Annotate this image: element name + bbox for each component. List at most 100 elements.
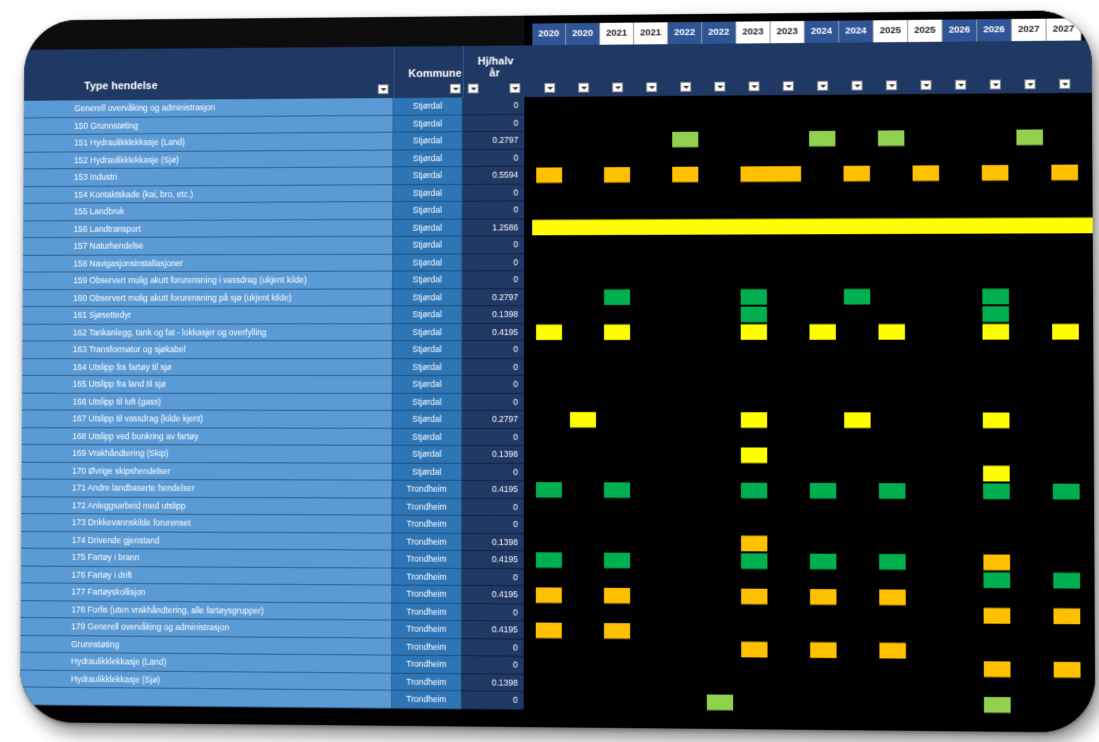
cell-kommune[interactable]: Trondheim (392, 568, 462, 586)
cell-frequency[interactable]: 0 (462, 515, 524, 534)
cell-type[interactable]: 170 Øvrige skipshendelser (21, 462, 393, 481)
cell-kommune[interactable]: Stjørdal (393, 184, 463, 203)
cell-kommune[interactable]: Trondheim (392, 480, 463, 499)
cell-frequency[interactable]: 0.4195 (462, 480, 524, 499)
cell-type[interactable]: 176 Fartøy i drift (20, 566, 393, 586)
cell-frequency[interactable]: 0 (462, 236, 525, 254)
cell-frequency[interactable]: 0.4195 (461, 621, 524, 640)
cell-type[interactable]: 154 Kontaktskade (kai, bro, etc.) (23, 184, 394, 204)
cell-kommune[interactable]: Stjørdal (392, 306, 463, 324)
cell-kommune[interactable]: Stjørdal (392, 428, 463, 446)
cell-kommune[interactable]: Trondheim (392, 585, 462, 604)
cell-type[interactable] (20, 687, 393, 709)
cell-type[interactable]: 173 Drikkevannskilde forurenset (21, 514, 393, 534)
cell-kommune[interactable]: Trondheim (392, 550, 462, 569)
cell-frequency[interactable]: 0 (462, 149, 525, 167)
cell-frequency[interactable]: 0 (461, 638, 524, 657)
cell-frequency[interactable]: 0.4195 (462, 323, 525, 342)
cell-kommune[interactable]: Trondheim (392, 655, 462, 674)
cell-type[interactable]: 163 Transformator og sjøkabel (22, 341, 393, 359)
cell-type[interactable]: 162 Tankanlegg, tank og fat - lokkasjer … (22, 323, 393, 342)
cell-kommune[interactable]: Stjørdal (392, 358, 463, 376)
cell-kommune[interactable]: Trondheim (392, 620, 462, 639)
cell-kommune[interactable]: Trondheim (392, 638, 462, 657)
cell-frequency[interactable]: 0.4195 (461, 550, 524, 569)
cell-kommune[interactable]: Stjørdal (392, 463, 463, 481)
cell-type[interactable]: 152 Hydraulikklekkasje (Sjø) (23, 150, 394, 170)
cell-kommune[interactable]: Stjørdal (392, 393, 463, 411)
cell-type[interactable]: 156 Landtransport (23, 219, 394, 239)
cell-kommune[interactable]: Stjørdal (393, 132, 463, 151)
cell-frequency[interactable]: 0 (461, 568, 524, 587)
cell-frequency[interactable]: 1.2586 (462, 218, 525, 237)
cell-frequency[interactable]: 0.4195 (461, 585, 524, 604)
cell-type[interactable]: 168 Utslipp ved bunkring av fartøy (21, 427, 393, 446)
cell-frequency[interactable]: 0 (462, 428, 524, 446)
filter-dropdown-icon[interactable] (509, 83, 521, 94)
cell-type[interactable]: 159 Observert mulig akutt forurensning i… (22, 271, 394, 290)
cell-type[interactable]: 172 Anleggsarbeid med utslipp (21, 496, 393, 516)
cell-kommune[interactable]: Stjørdal (393, 253, 463, 272)
cell-kommune[interactable]: Stjørdal (392, 445, 463, 464)
filter-dropdown-icon[interactable] (467, 83, 479, 94)
cell-kommune[interactable]: Stjørdal (393, 219, 463, 237)
cell-type[interactable]: 175 Fartøy i brann (20, 548, 393, 569)
cell-frequency[interactable]: 0 (462, 97, 525, 115)
cell-kommune[interactable]: Stjørdal (392, 410, 463, 429)
cell-kommune[interactable]: Stjørdal (392, 341, 463, 359)
cell-frequency[interactable]: 0 (462, 358, 525, 376)
cell-type[interactable]: 167 Utslipp til vassdrag (kilde kjent) (21, 410, 393, 429)
cell-frequency[interactable]: 0.2797 (462, 288, 525, 307)
cell-type[interactable]: 171 Andre landbaserte hendelser (21, 479, 393, 499)
cell-type[interactable]: 169 Vrakhåndtering (Skip) (21, 444, 393, 464)
cell-kommune[interactable]: Trondheim (392, 515, 463, 534)
cell-kommune[interactable]: Stjørdal (393, 97, 463, 116)
cell-frequency[interactable]: 0 (462, 253, 525, 272)
cell-type[interactable]: 158 Navigasjonsinstallasjoner (22, 254, 394, 273)
cell-type[interactable]: 155 Landbruk (23, 202, 394, 221)
filter-dropdown-icon[interactable] (449, 83, 461, 94)
cell-kommune[interactable]: Trondheim (392, 498, 463, 516)
cell-type[interactable]: 164 Utslipp fra fartøy til sjø (22, 358, 393, 376)
cell-kommune[interactable]: Trondheim (392, 533, 463, 551)
cell-frequency[interactable]: 0 (462, 393, 525, 411)
cell-type[interactable]: 153 Industri (23, 167, 394, 187)
cell-frequency[interactable]: 0.2797 (462, 410, 525, 429)
cell-kommune[interactable]: Stjørdal (393, 271, 463, 289)
cell-type[interactable]: 151 Hydraulikklekkasje (Land) (23, 132, 394, 153)
cell-frequency[interactable]: 0 (461, 603, 524, 622)
cell-frequency[interactable]: 0 (462, 201, 525, 220)
cell-kommune[interactable]: Stjørdal (393, 201, 463, 220)
cell-frequency[interactable]: 0.1398 (462, 445, 524, 464)
cell-type[interactable]: 166 Utslipp til luft (gass) (21, 393, 393, 411)
cell-type[interactable]: 165 Utslipp fra land til sjø (22, 375, 393, 394)
cell-frequency[interactable]: 0.5594 (462, 166, 525, 185)
cell-kommune[interactable]: Stjørdal (393, 149, 463, 168)
cell-kommune[interactable]: Stjørdal (393, 236, 463, 255)
cell-kommune[interactable]: Stjørdal (392, 288, 463, 307)
cell-frequency[interactable]: 0 (462, 463, 524, 482)
cell-frequency[interactable]: 0 (462, 271, 525, 289)
cell-kommune[interactable]: Stjørdal (393, 114, 463, 133)
filter-dropdown-icon[interactable] (377, 84, 389, 95)
cell-kommune[interactable]: Stjørdal (393, 166, 463, 185)
cell-type[interactable]: 160 Observert mulig akutt forurensning p… (22, 288, 394, 307)
cell-kommune[interactable]: Stjørdal (392, 323, 463, 342)
cell-frequency[interactable]: 0 (461, 656, 524, 675)
cell-type[interactable]: 157 Naturhendelse (22, 236, 394, 256)
cell-type[interactable]: 174 Drivende gjenstand (21, 531, 393, 551)
cell-type[interactable]: 161 Sjøsettedyr (22, 306, 393, 325)
cell-frequency[interactable]: 0 (462, 375, 525, 394)
cell-frequency[interactable]: 0.1398 (462, 306, 525, 324)
cell-frequency[interactable]: 0.1398 (461, 533, 524, 552)
cell-kommune[interactable]: Stjørdal (392, 375, 463, 394)
cell-frequency[interactable]: 0 (462, 184, 525, 202)
cell-frequency[interactable]: 0 (461, 691, 524, 710)
cell-frequency[interactable]: 0 (462, 341, 525, 359)
cell-kommune[interactable]: Trondheim (392, 673, 462, 692)
cell-kommune[interactable]: Trondheim (391, 690, 462, 709)
cell-frequency[interactable]: 0.1398 (461, 673, 524, 692)
cell-frequency[interactable]: 0.2797 (462, 131, 525, 150)
cell-frequency[interactable]: 0 (462, 114, 525, 133)
cell-kommune[interactable]: Trondheim (392, 603, 462, 622)
